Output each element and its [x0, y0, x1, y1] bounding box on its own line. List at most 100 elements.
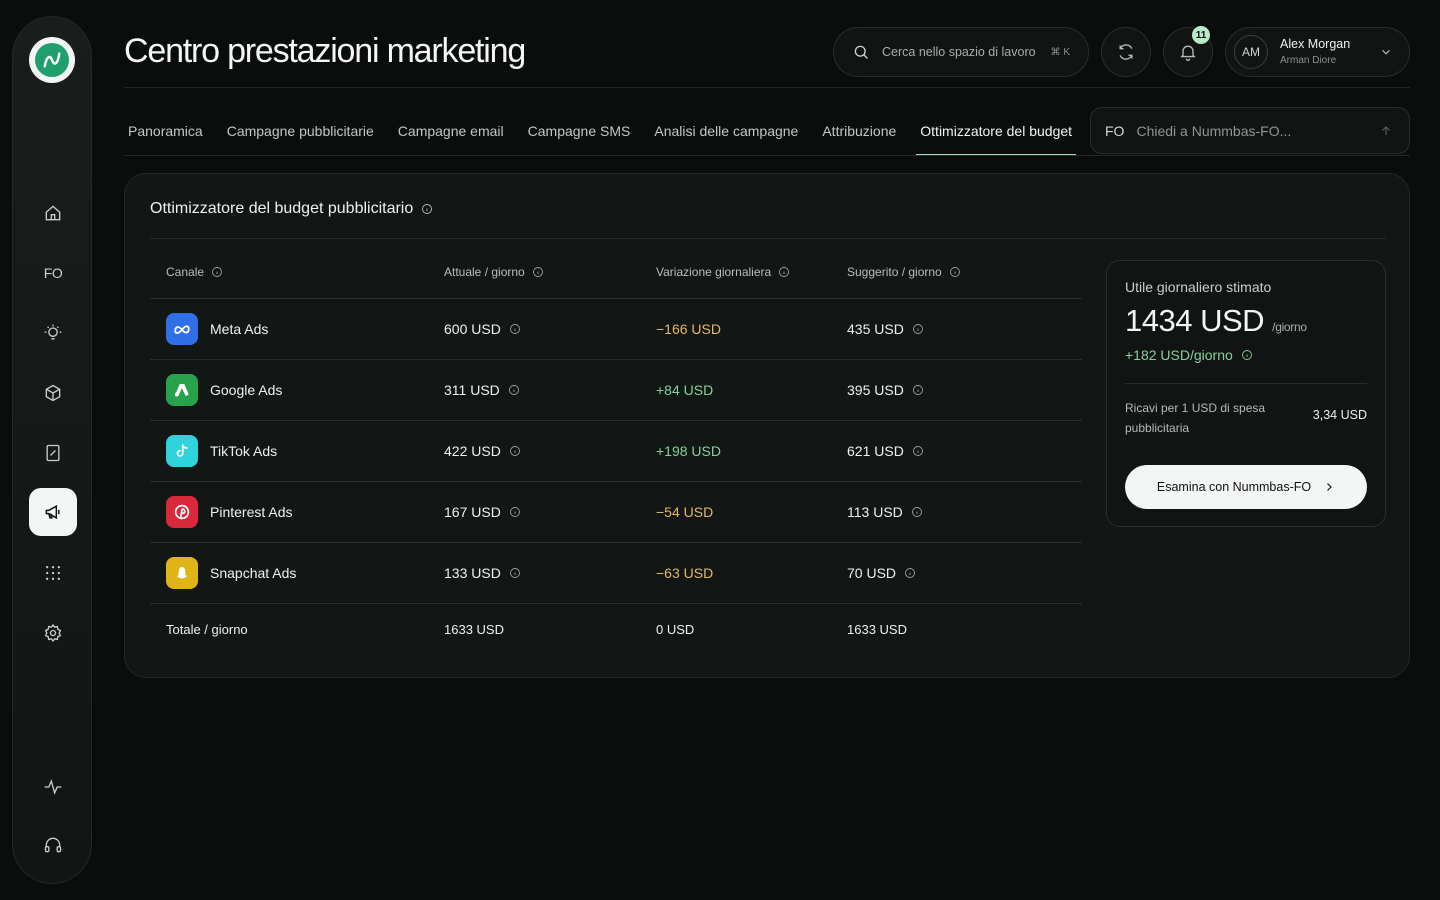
user-menu[interactable]: AM Alex Morgan Arman Diore [1225, 27, 1410, 77]
total-suggested: 1633 USD [847, 622, 907, 637]
avatar: AM [1234, 35, 1268, 69]
channel-name: Google Ads [210, 382, 283, 398]
logo-wave-icon [43, 52, 61, 68]
pinterest-icon [166, 496, 198, 528]
suggested-value: 395 USD [847, 382, 924, 398]
review-with-assistant-button[interactable]: Esamina con Nummbas-FO [1125, 465, 1367, 509]
table-row[interactable]: Snapchat Ads 133 USD −63 USD 70 USD [150, 543, 1082, 604]
info-icon[interactable] [904, 567, 916, 579]
app-logo[interactable] [29, 37, 75, 83]
refresh-button[interactable] [1101, 27, 1151, 77]
fo-icon: FO [1105, 122, 1125, 139]
info-icon[interactable] [508, 384, 520, 396]
notifications-button[interactable]: 11 [1163, 26, 1213, 77]
col-change: Variazione giornaliera [656, 265, 790, 279]
sidebar: FO [12, 16, 92, 884]
info-icon[interactable] [911, 506, 923, 518]
change-value: −54 USD [656, 504, 714, 520]
table-row[interactable]: Pinterest Ads 167 USD −54 USD 113 USD [150, 482, 1082, 543]
nav-support[interactable] [29, 821, 77, 869]
roi-label: Ricavi per 1 USD di spesa pubblicitaria [1125, 401, 1266, 435]
profit-delta: +182 USD/giorno [1125, 347, 1253, 363]
change-value: +84 USD [656, 382, 714, 398]
total-current: 1633 USD [444, 622, 504, 637]
change-value: −63 USD [656, 565, 714, 581]
headset-icon [44, 837, 62, 853]
tab-attribution[interactable]: Attribuzione [818, 108, 900, 156]
info-icon[interactable] [211, 266, 223, 278]
col-channel: Canale [166, 265, 223, 279]
col-suggested: Suggerito / giorno [847, 265, 961, 279]
search-input[interactable]: Cerca nello spazio di lavoro ⌘ K [833, 27, 1089, 77]
settings-icon [44, 624, 62, 642]
total-change: 0 USD [656, 622, 695, 637]
ask-placeholder: Chiedi a Nummbas-FO... [1136, 122, 1292, 139]
chevron-down-icon [1382, 49, 1390, 55]
send-button[interactable] [1375, 120, 1397, 142]
activity-icon [44, 779, 62, 795]
google-ads-icon [166, 374, 198, 406]
tab-budget-optimizer[interactable]: Ottimizzatore del budget pubblicitario [916, 108, 1076, 156]
channel-name: Snapchat Ads [210, 565, 297, 581]
nav-activity[interactable] [29, 763, 77, 811]
current-value: 311 USD [444, 382, 520, 398]
page-title: Centro prestazioni marketing [124, 32, 526, 70]
panel-divider [1125, 383, 1367, 384]
info-icon[interactable] [509, 506, 521, 518]
table-row[interactable]: Meta Ads 600 USD −166 USD 435 USD [150, 299, 1082, 360]
ask-assistant-input[interactable]: FO Chiedi a Nummbas-FO... [1090, 107, 1410, 154]
info-icon[interactable] [1241, 349, 1253, 361]
info-icon[interactable] [509, 445, 521, 457]
logo-mark [35, 43, 69, 77]
change-value: +198 USD [656, 443, 721, 459]
current-value: 600 USD [444, 321, 521, 337]
suggested-value: 435 USD [847, 321, 924, 337]
refresh-icon [1119, 44, 1133, 60]
suggested-value: 70 USD [847, 565, 916, 581]
review-button-label: Esamina con Nummbas-FO [1156, 480, 1312, 494]
info-icon[interactable] [509, 323, 521, 335]
suggested-value: 621 USD [847, 443, 924, 459]
info-icon[interactable] [778, 266, 790, 278]
channel-name: Pinterest Ads [210, 504, 293, 520]
nav-home[interactable] [29, 189, 77, 237]
tiktok-icon [166, 435, 198, 467]
budget-optimizer-card: Ottimizzatore del budget pubblicitario C… [124, 173, 1410, 678]
nav-marketing[interactable] [29, 488, 77, 536]
card-title-text: Ottimizzatore del budget pubblicitario [150, 200, 414, 217]
nav-insights[interactable] [29, 309, 77, 357]
notifications-badge: 11 [1192, 26, 1210, 44]
info-icon[interactable] [912, 323, 924, 335]
info-icon[interactable] [532, 266, 544, 278]
arrow-up-icon [1382, 126, 1390, 135]
table-row[interactable]: TikTok Ads 422 USD +198 USD 621 USD [150, 421, 1082, 482]
col-current-label: Attuale / giorno [444, 265, 525, 279]
tab-sms-campaigns[interactable]: Campagne SMS [524, 108, 635, 156]
profit-value: 1434 USD /giorno [1125, 303, 1307, 339]
table-total-row: Totale / giorno 1633 USD 0 USD 1633 USD [150, 604, 1082, 656]
tab-overview[interactable]: Panoramica [124, 108, 207, 156]
profit-amount: 1434 USD [1125, 303, 1265, 338]
nav-fo[interactable]: FO [29, 249, 77, 297]
info-icon[interactable] [421, 203, 433, 215]
grid-icon [46, 566, 60, 580]
col-suggested-label: Suggerito / giorno [847, 265, 942, 279]
current-value: 422 USD [444, 443, 521, 459]
fo-icon: FO [43, 265, 63, 281]
change-value: −166 USD [656, 321, 721, 337]
tab-ad-campaigns[interactable]: Campagne pubblicitarie [223, 108, 378, 156]
tab-campaign-analysis[interactable]: Analisi delle campagne [650, 108, 802, 156]
tab-bar: Panoramica Campagne pubblicitarie Campagne… [124, 108, 1076, 156]
nav-reports[interactable] [29, 429, 77, 477]
tab-email-campaigns[interactable]: Campagne email [394, 108, 508, 156]
info-icon[interactable] [912, 384, 924, 396]
nav-apps[interactable] [29, 549, 77, 597]
info-icon[interactable] [509, 567, 521, 579]
nav-settings[interactable] [29, 609, 77, 657]
info-icon[interactable] [949, 266, 961, 278]
table-row[interactable]: Google Ads 311 USD +84 USD 395 USD [150, 360, 1082, 421]
report-icon [46, 444, 60, 462]
info-icon[interactable] [912, 445, 924, 457]
roi-value: 3,34 USD [1312, 408, 1367, 422]
nav-products[interactable] [29, 369, 77, 417]
